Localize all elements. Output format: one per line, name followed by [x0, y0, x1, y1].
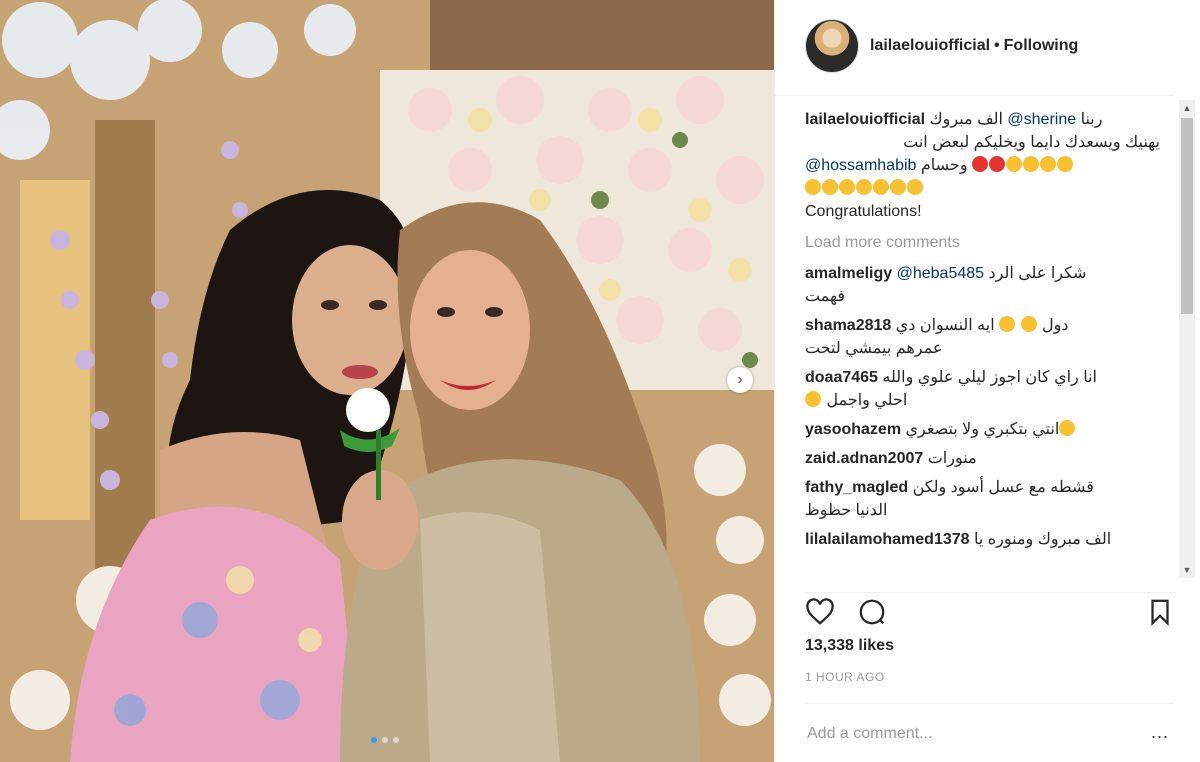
comment-username[interactable]: doaa7465 — [805, 369, 878, 386]
caption-line-5: Congratulations! — [805, 203, 922, 220]
comment-item: lilalailamohamed1378 الف مبروك ومنوره يا — [805, 528, 1160, 551]
post-actions — [805, 592, 1175, 633]
heart-eyes-emoji-icon — [989, 156, 1005, 172]
comment-text: شكرا على الرد — [988, 265, 1087, 282]
smile-emoji-icon — [890, 179, 906, 195]
grin-emoji-icon — [805, 391, 821, 407]
comment-username[interactable]: zaid.adnan2007 — [805, 450, 923, 467]
heart-icon[interactable] — [805, 597, 835, 627]
comment-item: amalmeligy @heba5485 شكرا على الرد فهمت — [805, 262, 1160, 308]
chevron-right-icon: › — [737, 371, 743, 388]
comment-text: قشطه مع عسل أسود ولكن — [912, 479, 1094, 496]
comments-scrollbar[interactable]: ▲ ▼ — [1179, 100, 1195, 578]
comment-text-line2: عمرهم بيمشي لتحت — [805, 340, 943, 357]
follow-button[interactable]: Following — [1004, 37, 1079, 54]
post-timestamp[interactable]: 1 HOUR AGO — [805, 670, 885, 684]
comment-username[interactable]: amalmeligy — [805, 265, 892, 282]
comment-text-line2: احلي واجمل — [826, 392, 908, 409]
scroll-down-arrow-icon[interactable]: ▼ — [1179, 562, 1195, 578]
post-side-panel: lailaelouiofficial • Following lailaelouio… — [774, 0, 1200, 762]
photo-illustration — [0, 0, 774, 762]
comment-username[interactable]: fathy_magled — [805, 479, 908, 496]
caption-text-c: وحسام — [920, 157, 968, 174]
comment-text: الف مبروك ومنوره يا — [973, 531, 1112, 548]
grin-emoji-icon — [1020, 316, 1037, 332]
comment-text: دول — [1042, 317, 1069, 334]
comment-item: shama2818 دول ايه النسوان دي عمرهم بيمشي… — [805, 314, 1160, 360]
clap-emoji-icon — [873, 179, 889, 195]
caption: lailaelouiofficial الف مبروك @sherine رب… — [805, 108, 1160, 223]
author-username[interactable]: lailaelouiofficial — [870, 37, 990, 54]
sparkles-emoji-icon — [1057, 156, 1073, 172]
comments-list[interactable]: lailaelouiofficial الف مبروك @sherine رب… — [805, 108, 1160, 576]
comment-username[interactable]: lilalailamohamed1378 — [805, 531, 970, 548]
next-photo-button[interactable]: › — [727, 367, 753, 393]
comment-item: doaa7465 انا راي كان اجوز ليلي علوي والل… — [805, 366, 1160, 412]
comment-text: ايه النسوان دي — [895, 317, 995, 334]
likes-count[interactable]: 13,338 likes — [805, 637, 894, 655]
smile-emoji-icon — [822, 179, 838, 195]
comment-item: fathy_magled قشطه مع عسل أسود ولكن الدني… — [805, 476, 1160, 522]
caption-mention-sherine[interactable]: @sherine — [1007, 111, 1076, 128]
caption-line-2: يهنيك ويسعدك دايما ويخليكم لبعض انت — [903, 134, 1160, 151]
thumbs-up-emoji-icon — [1006, 156, 1022, 172]
caption-text-b: ربنا — [1080, 111, 1103, 128]
caption-mention-hossamhabib[interactable]: @hossamhabib — [805, 157, 916, 174]
sparkles-emoji-icon — [1023, 156, 1039, 172]
more-options-button[interactable]: ... — [1151, 722, 1169, 743]
post-header: lailaelouiofficial • Following — [775, 0, 1175, 96]
comment-item: yasoohazem انتي بتكبري ولا بتصغري — [805, 418, 1160, 441]
comment-text: انتي بتكبري ولا بتصغري — [905, 421, 1060, 438]
carrot-emoji-icon — [907, 179, 923, 195]
post-author: lailaelouiofficial • Following — [870, 37, 1078, 55]
avatar[interactable] — [805, 19, 859, 73]
add-comment-input[interactable] — [805, 718, 1139, 750]
caption-username[interactable]: lailaelouiofficial — [805, 111, 925, 128]
caption-text-a: الف مبروك — [929, 111, 1003, 128]
comment-item: zaid.adnan2007 منورات — [805, 447, 1160, 470]
carousel-dot — [393, 737, 399, 743]
comment-icon[interactable] — [857, 597, 887, 627]
comment-text-line2: الدنيا حظوظ — [805, 502, 888, 519]
comment-text: انا راي كان اجوز ليلي علوي والله — [882, 369, 1097, 386]
heart-eyes-emoji-icon — [972, 156, 988, 172]
sparkles-emoji-icon — [1040, 156, 1056, 172]
load-more-comments[interactable]: Load more comments — [805, 231, 1160, 254]
clap-emoji-icon — [839, 179, 855, 195]
comment-text-line2: فهمت — [805, 288, 845, 305]
header-separator: • — [994, 37, 1000, 54]
grin-emoji-icon — [999, 316, 1016, 332]
carousel-indicator — [371, 737, 399, 743]
flushed-emoji-icon — [1059, 420, 1076, 436]
scrollbar-thumb[interactable] — [1181, 118, 1193, 314]
scroll-up-arrow-icon[interactable]: ▲ — [1179, 100, 1195, 116]
carousel-dot — [371, 737, 377, 743]
grin-emoji-icon — [856, 179, 872, 195]
comment-mention[interactable]: @heba5485 — [897, 265, 984, 282]
carousel-dot — [382, 737, 388, 743]
comment-username[interactable]: shama2818 — [805, 317, 891, 334]
comment-text: منورات — [927, 450, 977, 467]
comment-username[interactable]: yasoohazem — [805, 421, 901, 438]
bookmark-icon[interactable] — [1145, 597, 1175, 627]
post-photo[interactable]: › — [0, 0, 774, 762]
add-comment-area: ... — [805, 703, 1175, 762]
carrot-emoji-icon — [805, 179, 821, 195]
